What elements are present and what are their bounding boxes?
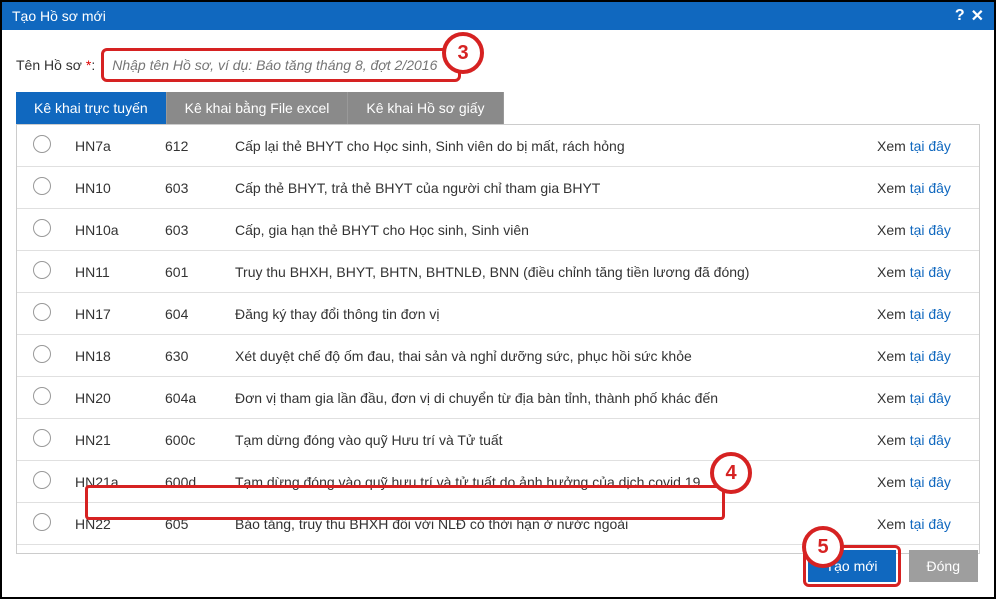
row-num: 601 bbox=[157, 251, 227, 293]
name-input[interactable] bbox=[106, 53, 456, 77]
row-code: HN21a bbox=[67, 461, 157, 503]
row-link-cell: Xem tại đây bbox=[869, 377, 979, 419]
name-row: Tên Hồ sơ *: bbox=[16, 48, 980, 82]
tab-excel[interactable]: Kê khai bằng File excel bbox=[167, 92, 349, 124]
table-row[interactable]: HN11601Truy thu BHXH, BHYT, BHTN, BHTNLĐ… bbox=[17, 251, 979, 293]
row-link[interactable]: tại đây bbox=[910, 264, 951, 280]
table-row[interactable]: HN20604aĐơn vị tham gia lần đầu, đơn vị … bbox=[17, 377, 979, 419]
table-row[interactable]: HN18630Xét duyệt chế độ ốm đau, thai sản… bbox=[17, 335, 979, 377]
row-code: HN10a bbox=[67, 209, 157, 251]
titlebar-controls: ? ✕ bbox=[955, 6, 984, 26]
row-link[interactable]: tại đây bbox=[910, 180, 951, 196]
row-num: 630 bbox=[157, 335, 227, 377]
row-code: HN7a bbox=[67, 125, 157, 167]
row-code: HN10 bbox=[67, 167, 157, 209]
table-row[interactable]: HN10603Cấp thẻ BHYT, trả thẻ BHYT của ng… bbox=[17, 167, 979, 209]
tab-paper[interactable]: Kê khai Hồ sơ giấy bbox=[348, 92, 503, 124]
table-scroll[interactable]: HN7a612Cấp lại thẻ BHYT cho Học sinh, Si… bbox=[16, 124, 980, 554]
row-radio[interactable] bbox=[33, 429, 51, 447]
help-icon[interactable]: ? bbox=[955, 7, 965, 25]
close-button[interactable]: Đóng bbox=[909, 550, 978, 582]
row-link[interactable]: tại đây bbox=[910, 348, 951, 364]
row-desc: Báo tăng, truy thu BHXH đối với NLĐ có t… bbox=[227, 503, 869, 545]
name-label: Tên Hồ sơ *: bbox=[16, 57, 95, 73]
row-desc: Đăng ký thay đổi thông tin đơn vị bbox=[227, 293, 869, 335]
row-num: 612 bbox=[157, 125, 227, 167]
row-radio[interactable] bbox=[33, 513, 51, 531]
row-desc: Tạm dừng đóng vào quỹ Hưu trí và Tử tuất bbox=[227, 419, 869, 461]
row-link-cell: Xem tại đây bbox=[869, 461, 979, 503]
row-num: 607 bbox=[157, 545, 227, 555]
table-row[interactable]: HN10a603Cấp, gia hạn thẻ BHYT cho Học si… bbox=[17, 209, 979, 251]
row-link-cell: Xem tại đây bbox=[869, 251, 979, 293]
row-num: 604a bbox=[157, 377, 227, 419]
row-code: HN22 bbox=[67, 503, 157, 545]
callout-3: 3 bbox=[442, 32, 484, 74]
row-link-cell: Xem tại đây bbox=[869, 125, 979, 167]
row-code: HN20 bbox=[67, 377, 157, 419]
row-radio[interactable] bbox=[33, 303, 51, 321]
row-link[interactable]: tại đây bbox=[910, 516, 951, 532]
row-desc: Truy thu BHXH, BHYT, BHTN, BHTNLĐ, BNN (… bbox=[227, 251, 869, 293]
content-area: Tên Hồ sơ *: Kê khai trực tuyến Kê khai … bbox=[2, 30, 994, 564]
row-code: HN17 bbox=[67, 293, 157, 335]
row-desc: Cấp thẻ BHYT, trả thẻ BHYT của người chỉ… bbox=[227, 167, 869, 209]
callout-5: 5 bbox=[802, 526, 844, 568]
row-link[interactable]: tại đây bbox=[910, 222, 951, 238]
row-link[interactable]: tại đây bbox=[910, 138, 951, 154]
row-code: HN11 bbox=[67, 251, 157, 293]
row-radio[interactable] bbox=[33, 261, 51, 279]
row-radio[interactable] bbox=[33, 135, 51, 153]
name-input-highlight bbox=[101, 48, 461, 82]
row-radio[interactable] bbox=[33, 177, 51, 195]
row-num: 604 bbox=[157, 293, 227, 335]
table-row[interactable]: HN21a600dTạm dừng đóng vào quỹ hưu trí v… bbox=[17, 461, 979, 503]
row-link-cell: Xem tại đây bbox=[869, 167, 979, 209]
row-link-cell: Xem tại đây bbox=[869, 335, 979, 377]
close-icon[interactable]: ✕ bbox=[971, 6, 984, 26]
row-desc: Đơn vị tham gia lần đầu, đơn vị di chuyể… bbox=[227, 377, 869, 419]
row-radio[interactable] bbox=[33, 345, 51, 363]
window-title: Tạo Hồ sơ mới bbox=[12, 8, 106, 24]
row-link-cell: Xem tại đây bbox=[869, 503, 979, 545]
row-link[interactable]: tại đây bbox=[910, 390, 951, 406]
callout-4: 4 bbox=[710, 452, 752, 494]
row-link-cell: Xem tại đây bbox=[869, 209, 979, 251]
row-link-cell: Xem tại đây bbox=[869, 293, 979, 335]
table-row[interactable]: HN21600cTạm dừng đóng vào quỹ Hưu trí và… bbox=[17, 419, 979, 461]
row-num: 600d bbox=[157, 461, 227, 503]
row-num: 605 bbox=[157, 503, 227, 545]
row-radio[interactable] bbox=[33, 471, 51, 489]
row-radio[interactable] bbox=[33, 387, 51, 405]
row-code: HN21 bbox=[67, 419, 157, 461]
row-num: 603 bbox=[157, 167, 227, 209]
table-row[interactable]: HN17604Đăng ký thay đổi thông tin đơn vị… bbox=[17, 293, 979, 335]
row-desc: Tạm dừng đóng vào quỹ hưu trí và tử tuất… bbox=[227, 461, 869, 503]
row-link[interactable]: tại đây bbox=[910, 306, 951, 322]
tabs: Kê khai trực tuyến Kê khai bằng File exc… bbox=[16, 92, 980, 124]
titlebar: Tạo Hồ sơ mới ? ✕ bbox=[2, 2, 994, 30]
tab-online[interactable]: Kê khai trực tuyến bbox=[16, 92, 167, 124]
table-row[interactable]: HN7a612Cấp lại thẻ BHYT cho Học sinh, Si… bbox=[17, 125, 979, 167]
row-link[interactable]: tại đây bbox=[910, 432, 951, 448]
row-desc: Cấp lại thẻ BHYT cho Học sinh, Sinh viên… bbox=[227, 125, 869, 167]
row-radio[interactable] bbox=[33, 219, 51, 237]
row-desc: Xét duyệt chế độ ốm đau, thai sản và ngh… bbox=[227, 335, 869, 377]
row-link[interactable]: tại đây bbox=[910, 474, 951, 490]
row-num: 600c bbox=[157, 419, 227, 461]
row-code: HN18 bbox=[67, 335, 157, 377]
row-desc: Cấp, gia hạn thẻ BHYT cho Học sinh, Sinh… bbox=[227, 209, 869, 251]
row-link-cell: Xem tại đây bbox=[869, 419, 979, 461]
row-desc: Cấp sổ BHXH do mất, hỏng không làm thay … bbox=[227, 545, 869, 555]
row-code: HN23 bbox=[67, 545, 157, 555]
procedure-table: HN7a612Cấp lại thẻ BHYT cho Học sinh, Si… bbox=[17, 125, 979, 554]
row-num: 603 bbox=[157, 209, 227, 251]
